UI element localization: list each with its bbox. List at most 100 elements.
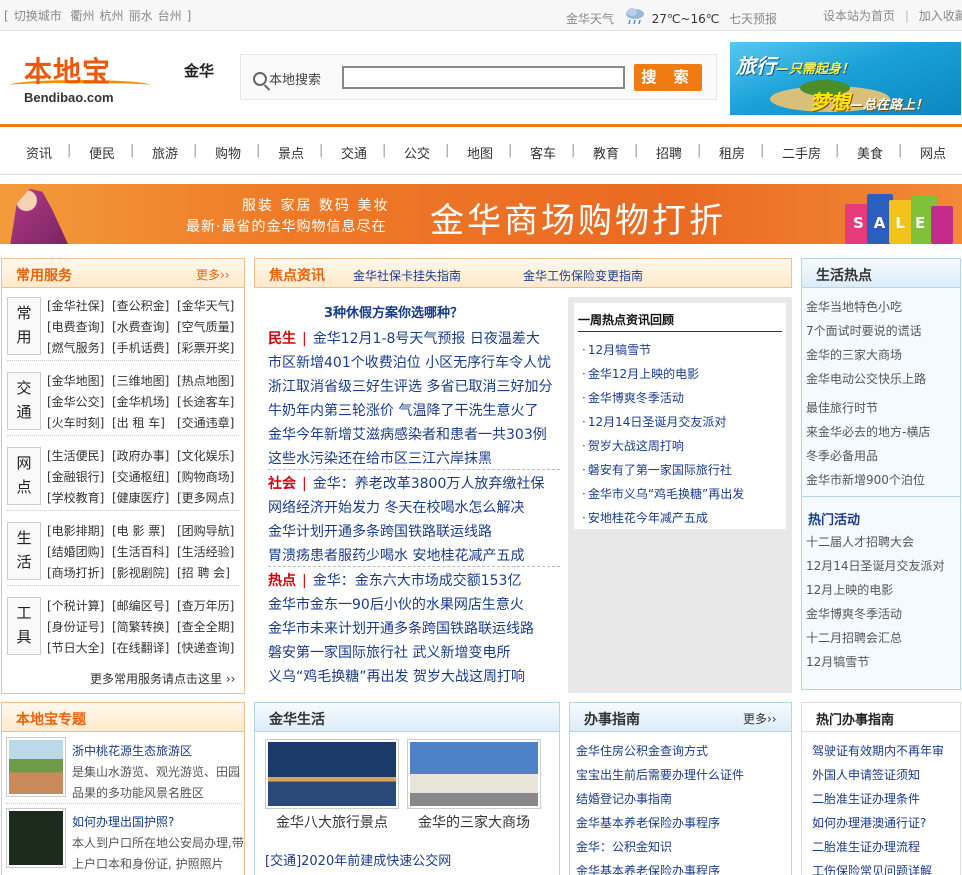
- nav-item[interactable]: 购物: [215, 143, 241, 162]
- services-more-footer-link[interactable]: 更多常用服务请点击这里 ››: [90, 670, 235, 687]
- service-link[interactable]: [金华天气]: [177, 296, 242, 317]
- news-link[interactable]: 义乌“鸡毛换糖”再出发: [268, 669, 409, 685]
- hot-guide-item[interactable]: 外国人申请签证须知: [812, 766, 920, 783]
- service-link[interactable]: [健康医疗]: [112, 488, 177, 509]
- service-link[interactable]: [金华公交]: [47, 392, 112, 413]
- service-link[interactable]: [金华社保]: [47, 296, 112, 317]
- service-link[interactable]: [手机话费]: [112, 338, 177, 359]
- news-link[interactable]: 小区无序行车令人忧: [425, 355, 551, 371]
- news-link[interactable]: 贺岁大战这周打响: [413, 669, 525, 685]
- weekly-hot-item[interactable]: 贺岁大战这周打响: [582, 437, 684, 454]
- service-link[interactable]: [生活便民]: [47, 446, 112, 467]
- services-more-link[interactable]: 更多››: [196, 266, 230, 283]
- nav-item[interactable]: 招聘: [656, 143, 682, 162]
- life-hot-item[interactable]: 来金华必去的地方-横店: [806, 423, 930, 440]
- search-input[interactable]: [342, 66, 625, 89]
- guide-item[interactable]: 结婚登记办事指南: [576, 790, 672, 807]
- life-pic[interactable]: [407, 739, 541, 809]
- life-hot-item[interactable]: 金华电动公交快乐上路: [806, 370, 926, 387]
- news-link[interactable]: 冬天在校喝水怎么解决: [384, 500, 524, 516]
- news-top-link[interactable]: 金华社保卡挂失指南: [353, 267, 461, 284]
- weekly-hot-item[interactable]: 金华市义乌“鸡毛换糖”再出发: [582, 485, 744, 502]
- hot-event-item[interactable]: 12月犒雪节: [806, 653, 869, 670]
- shopping-banner[interactable]: 服装 家居 数码 美妆 最新·最省的金华购物信息尽在 金华商场购物打折 SALE: [0, 184, 962, 244]
- service-link[interactable]: [交通违章]: [177, 413, 242, 434]
- guide-more-link[interactable]: 更多››: [743, 710, 777, 727]
- news-link[interactable]: 网络经济开始发力: [268, 500, 380, 516]
- site-logo[interactable]: 本地宝 Bendibao.com: [10, 50, 150, 108]
- nav-item[interactable]: 便民: [89, 143, 115, 162]
- life-pic[interactable]: [265, 739, 399, 809]
- life-news-link[interactable]: [交通]2020年前建成快速公交网: [265, 850, 451, 869]
- news-link[interactable]: 金华12月1-8号天气预报: [313, 331, 466, 347]
- topic-image[interactable]: [6, 808, 66, 868]
- topic-title-link[interactable]: 如何办理出国护照?: [72, 813, 174, 830]
- news-link[interactable]: 武义新增变电所: [412, 645, 510, 661]
- service-link[interactable]: [查全全期]: [177, 617, 242, 638]
- news-link[interactable]: 市区新增401个收费泊位: [268, 355, 421, 371]
- guide-item[interactable]: 金华基本养老保险办事程序: [576, 862, 720, 875]
- nav-item[interactable]: 地图: [467, 143, 493, 162]
- service-link[interactable]: [购物商场]: [177, 467, 242, 488]
- weekly-hot-item[interactable]: 金华博爽冬季活动: [582, 389, 684, 406]
- service-link[interactable]: [出 租 车]: [112, 413, 177, 434]
- nav-item[interactable]: 交通: [341, 143, 367, 162]
- service-link[interactable]: [三维地图]: [112, 371, 177, 392]
- service-link[interactable]: [快递查询]: [177, 638, 242, 659]
- service-link[interactable]: [查万年历]: [177, 596, 242, 617]
- service-link[interactable]: [商场打折]: [47, 563, 112, 584]
- hot-event-item[interactable]: 十二月招聘会汇总: [806, 629, 902, 646]
- news-link[interactable]: 多省已取消三好加分: [426, 379, 552, 395]
- news-link[interactable]: 这些水污染还在给市区三江六岸抹黑: [268, 451, 492, 467]
- service-link[interactable]: [政府办事]: [112, 446, 177, 467]
- hot-event-item[interactable]: 十二届人才招聘大会: [806, 533, 914, 550]
- weekly-hot-item[interactable]: 12月14日圣诞月交友派对: [582, 413, 727, 430]
- service-link[interactable]: [交通枢纽]: [112, 467, 177, 488]
- hot-guide-item[interactable]: 驾驶证有效期内不再年审: [812, 742, 944, 759]
- life-hot-item[interactable]: 金华市新增900个泊位: [806, 471, 925, 488]
- service-link[interactable]: [长途客车]: [177, 392, 242, 413]
- life-hot-item[interactable]: 金华当地特色小吃: [806, 298, 902, 315]
- guide-item[interactable]: 金华住房公积金查询方式: [576, 742, 708, 759]
- service-link[interactable]: [生活百科]: [112, 542, 177, 563]
- service-link[interactable]: [金华地图]: [47, 371, 112, 392]
- news-link[interactable]: 牛奶年内第三轮涨价: [268, 403, 394, 419]
- city-link-hangzhou[interactable]: 杭州: [100, 9, 124, 23]
- forecast-link[interactable]: 七天预报: [729, 12, 777, 26]
- hot-guide-item[interactable]: 工伤保险常见问题详解: [812, 862, 932, 875]
- hot-event-item[interactable]: 12月14日圣诞月交友派对: [806, 557, 945, 574]
- service-link[interactable]: [身份证号]: [47, 617, 112, 638]
- news-link[interactable]: 金华计划开通多条跨国铁路联运线路: [268, 524, 492, 540]
- news-link[interactable]: 金华：养老改革3800万人放弃缴社保: [313, 476, 545, 492]
- city-link-taizhou[interactable]: 台州: [158, 9, 182, 23]
- service-link[interactable]: [火车时刻]: [47, 413, 112, 434]
- weather-city-link[interactable]: 金华天气: [566, 12, 614, 26]
- weekly-hot-item[interactable]: 安地桂花今年减产五成: [582, 509, 708, 526]
- topic-image[interactable]: [6, 737, 66, 797]
- life-pic-caption[interactable]: 金华的三家大商场: [407, 812, 541, 832]
- nav-item[interactable]: 公交: [404, 143, 430, 162]
- service-link[interactable]: [更多网点]: [177, 488, 242, 509]
- weekly-hot-item[interactable]: 磐安有了第一家国际旅行社: [582, 461, 732, 478]
- life-pic-caption[interactable]: 金华八大旅行景点: [265, 812, 399, 832]
- city-link-quzhou[interactable]: 衢州: [71, 9, 95, 23]
- service-link[interactable]: [文化娱乐]: [177, 446, 242, 467]
- add-favorite-link[interactable]: 加入收藏: [919, 9, 962, 23]
- news-link[interactable]: 胃溃疡患者服药少喝水: [268, 548, 408, 564]
- service-link[interactable]: [电费查询]: [47, 317, 112, 338]
- news-link[interactable]: 日夜温差大: [470, 331, 540, 347]
- news-link[interactable]: 浙江取消省级三好生评选: [268, 379, 422, 395]
- service-link[interactable]: [在线翻译]: [112, 638, 177, 659]
- service-link[interactable]: [结婚团购]: [47, 542, 112, 563]
- nav-item[interactable]: 网点: [920, 143, 946, 162]
- guide-item[interactable]: 宝宝出生前后需要办理什么证件: [576, 766, 744, 783]
- hot-guide-item[interactable]: 二胎准生证办理流程: [812, 838, 920, 855]
- news-link[interactable]: 金华：金东六大市场成交额153亿: [313, 573, 522, 589]
- service-link[interactable]: [金华机场]: [112, 392, 177, 413]
- service-link[interactable]: [水费查询]: [112, 317, 177, 338]
- service-link[interactable]: [生活经验]: [177, 542, 242, 563]
- hot-event-item[interactable]: 金华博爽冬季活动: [806, 605, 902, 622]
- service-link[interactable]: [团购导航]: [177, 521, 242, 542]
- hot-guide-item[interactable]: 如何办理港澳通行证?: [812, 814, 926, 831]
- service-link[interactable]: [学校教育]: [47, 488, 112, 509]
